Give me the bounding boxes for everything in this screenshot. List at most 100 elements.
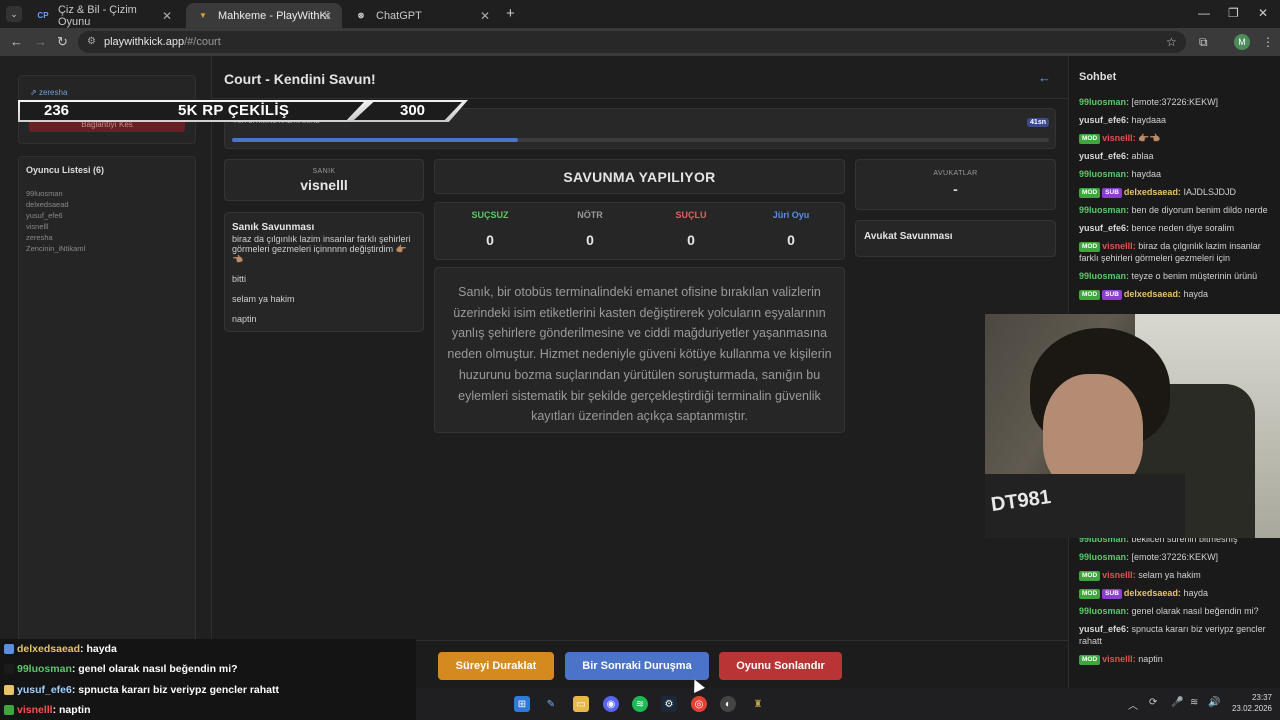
pause-timer-button[interactable]: Süreyi Duraklat bbox=[438, 652, 554, 680]
chat-username[interactable]: 99luosman: bbox=[1079, 552, 1129, 562]
bookmark-star-icon[interactable]: ☆ bbox=[1166, 35, 1177, 49]
minimize-icon[interactable]: — bbox=[1198, 6, 1210, 20]
chat-message: 99luosman: ben de diyorum benim dildo ne… bbox=[1079, 204, 1277, 216]
chat-text: [emote:37226:KEKW] bbox=[1129, 97, 1219, 107]
chat-username[interactable]: visnelll: bbox=[1102, 133, 1136, 143]
mod-badge: MOD bbox=[1079, 571, 1101, 581]
tab-label: Çiz & Bil - Çizim Oyunu bbox=[57, 3, 137, 28]
browser-tab-ciz-bil[interactable]: CP Çiz & Bil - Çizim Oyunu ✕ bbox=[26, 3, 182, 28]
profile-avatar[interactable]: M bbox=[1234, 34, 1250, 50]
chat-username[interactable]: yusuf_efe6: bbox=[1079, 223, 1129, 233]
chat-username[interactable]: 99luosman: bbox=[1079, 169, 1129, 179]
defense-message: naptin bbox=[232, 314, 257, 324]
restore-icon[interactable]: ❐ bbox=[1228, 6, 1239, 20]
chat-text: [emote:37226:KEKW] bbox=[1129, 552, 1219, 562]
start-windows-icon[interactable]: ⊞ bbox=[514, 696, 530, 712]
end-game-button[interactable]: Oyunu Sonlandır bbox=[719, 652, 842, 680]
chat-username[interactable]: delxedsaead: bbox=[1124, 588, 1181, 598]
chat-message: 99luosman: teyze o benim müşterinin ürün… bbox=[1079, 270, 1277, 282]
chat-username[interactable]: 99luosman: bbox=[1079, 606, 1129, 616]
tab-favicon-icon: ▼ bbox=[199, 11, 207, 20]
banner-left-number: 236 bbox=[44, 102, 70, 119]
reload-icon[interactable]: ↻ bbox=[57, 34, 68, 50]
tray-chevron-icon[interactable]: ︿ bbox=[1128, 697, 1138, 712]
giveaway-banner: 236 5K RP ÇEKİLİŞ 300 bbox=[18, 100, 468, 122]
player-list: 99luosman delxedsaead yusuf_efe6 visnell… bbox=[26, 188, 85, 254]
player-list-title: Oyuncu Listesi (6) bbox=[26, 165, 105, 175]
chat-text: hayda bbox=[1180, 289, 1208, 299]
chat-username[interactable]: visnelll: bbox=[1102, 241, 1136, 251]
vote-label: NÖTR bbox=[577, 210, 603, 220]
chat-username[interactable]: 99luosman: bbox=[1079, 205, 1129, 215]
tab-label: ChatGPT bbox=[376, 9, 422, 22]
chat-username[interactable]: visnelll: bbox=[1102, 654, 1136, 664]
close-tab-icon[interactable]: ✕ bbox=[480, 9, 490, 23]
player-item: Zencinin_iNtikaml bbox=[26, 244, 86, 253]
chat-text: ben de diyorum benim dildo nerde bbox=[1129, 205, 1268, 215]
player-item: yusuf_efe6 bbox=[26, 211, 63, 220]
chat-username[interactable]: yusuf_efe6: bbox=[1079, 115, 1129, 125]
overlay-chat-text: : genel olarak nasıl beğendin mi? bbox=[71, 663, 238, 676]
left-sidebar: ⇗ zeresha Bağlantıyı Kes Oyuncu Listesi … bbox=[0, 56, 212, 692]
spotify-icon[interactable]: ≋ bbox=[632, 696, 648, 712]
close-tab-icon[interactable]: ✕ bbox=[322, 9, 332, 23]
vote-count: 0 bbox=[687, 232, 695, 248]
forward-icon[interactable]: → bbox=[34, 34, 47, 49]
microphone-icon[interactable]: 🎤 bbox=[1171, 697, 1183, 708]
close-window-icon[interactable]: ✕ bbox=[1258, 6, 1268, 20]
mod-badge: MOD bbox=[1079, 242, 1101, 252]
new-tab-icon[interactable]: + bbox=[506, 5, 515, 22]
chat-text: hayda bbox=[1180, 588, 1208, 598]
chat-text: 👉🏽👈🏽 bbox=[1135, 133, 1161, 143]
browser-tab-chatgpt[interactable]: ⊛ ChatGPT ✕ bbox=[344, 3, 500, 28]
vote-innocent: SUÇSUZ 0 bbox=[440, 210, 540, 248]
back-arrow-icon[interactable]: ← bbox=[1038, 70, 1051, 85]
tab-label: Mahkeme - PlayWithKick | Play bbox=[218, 9, 330, 22]
lawyers-value: - bbox=[953, 181, 958, 197]
overlay-chat-line: 99luosman : genel olarak nasıl beğendin … bbox=[0, 659, 416, 680]
chat-message: 99luosman: haydaa bbox=[1079, 168, 1277, 180]
chat-username[interactable]: 99luosman: bbox=[1079, 97, 1129, 107]
chat-message: yusuf_efe6: haydaaa bbox=[1079, 114, 1277, 126]
wifi-icon[interactable]: ≋ bbox=[1190, 697, 1198, 708]
back-icon[interactable]: ← bbox=[10, 34, 23, 49]
chat-text: bence neden diye soralim bbox=[1129, 223, 1235, 233]
defendant-label: SANIK bbox=[312, 168, 336, 175]
chat-username[interactable]: delxedsaead: bbox=[1124, 187, 1181, 197]
tray-sync-icon[interactable]: ⟳ bbox=[1149, 697, 1157, 708]
chat-messages-bottom: 99luosman: bekilcen sürenin bitmesnış 99l… bbox=[1079, 533, 1277, 671]
chat-username[interactable]: yusuf_efe6: bbox=[1079, 151, 1129, 161]
obs-icon[interactable]: ◐ bbox=[720, 696, 736, 712]
chat-username[interactable]: yusuf_efe6: bbox=[1079, 624, 1129, 634]
app-icon[interactable]: ✎ bbox=[543, 696, 559, 712]
league-icon[interactable]: ♜ bbox=[750, 696, 766, 712]
clock-date: 23.02.2026 bbox=[1231, 704, 1272, 713]
chat-username[interactable]: delxedsaead: bbox=[1124, 289, 1181, 299]
url-input[interactable]: ⚙ playwithkick.app/#/court bbox=[78, 31, 1186, 53]
menu-dots-icon[interactable]: ⋮ bbox=[1262, 35, 1274, 49]
chat-text: IAJDLSJDJD bbox=[1180, 187, 1236, 197]
overlay-chat-username: yusuf_efe6 bbox=[17, 683, 72, 696]
browser-tab-mahkeme[interactable]: ▼ Mahkeme - PlayWithKick | Play ✕ bbox=[186, 3, 342, 28]
site-info-icon[interactable]: ⚙ bbox=[87, 36, 96, 47]
discord-icon[interactable]: ◉ bbox=[603, 696, 619, 712]
chat-message: MOD visnelll: naptin bbox=[1079, 653, 1277, 665]
timer-progress-fill bbox=[232, 138, 518, 142]
file-explorer-icon[interactable]: ▭ bbox=[573, 696, 589, 712]
chat-username[interactable]: 99luosman: bbox=[1079, 271, 1129, 281]
webcam-overlay: DT981 bbox=[985, 314, 1280, 538]
taskbar-clock[interactable]: 23:37 23.02.2026 bbox=[1226, 692, 1272, 714]
extensions-icon[interactable]: ⧉ bbox=[1199, 35, 1208, 50]
chat-text: ablaa bbox=[1129, 151, 1154, 161]
volume-icon[interactable]: 🔊 bbox=[1208, 697, 1220, 708]
overlay-chat-username: delxedsaead bbox=[17, 643, 81, 656]
chat-message: 99luosman: [emote:37226:KEKW] bbox=[1079, 96, 1277, 108]
chrome-icon[interactable]: ◎ bbox=[691, 696, 707, 712]
close-tab-icon[interactable]: ✕ bbox=[162, 9, 172, 23]
tab-search-icon[interactable]: ⌄ bbox=[6, 6, 22, 22]
next-hearing-button[interactable]: Bir Sonraki Duruşma bbox=[565, 652, 709, 680]
badge-icon bbox=[4, 705, 14, 716]
banner-text: 5K RP ÇEKİLİŞ bbox=[178, 102, 290, 119]
chat-username[interactable]: visnelll: bbox=[1102, 570, 1136, 580]
steam-icon[interactable]: ⚙ bbox=[661, 696, 677, 712]
